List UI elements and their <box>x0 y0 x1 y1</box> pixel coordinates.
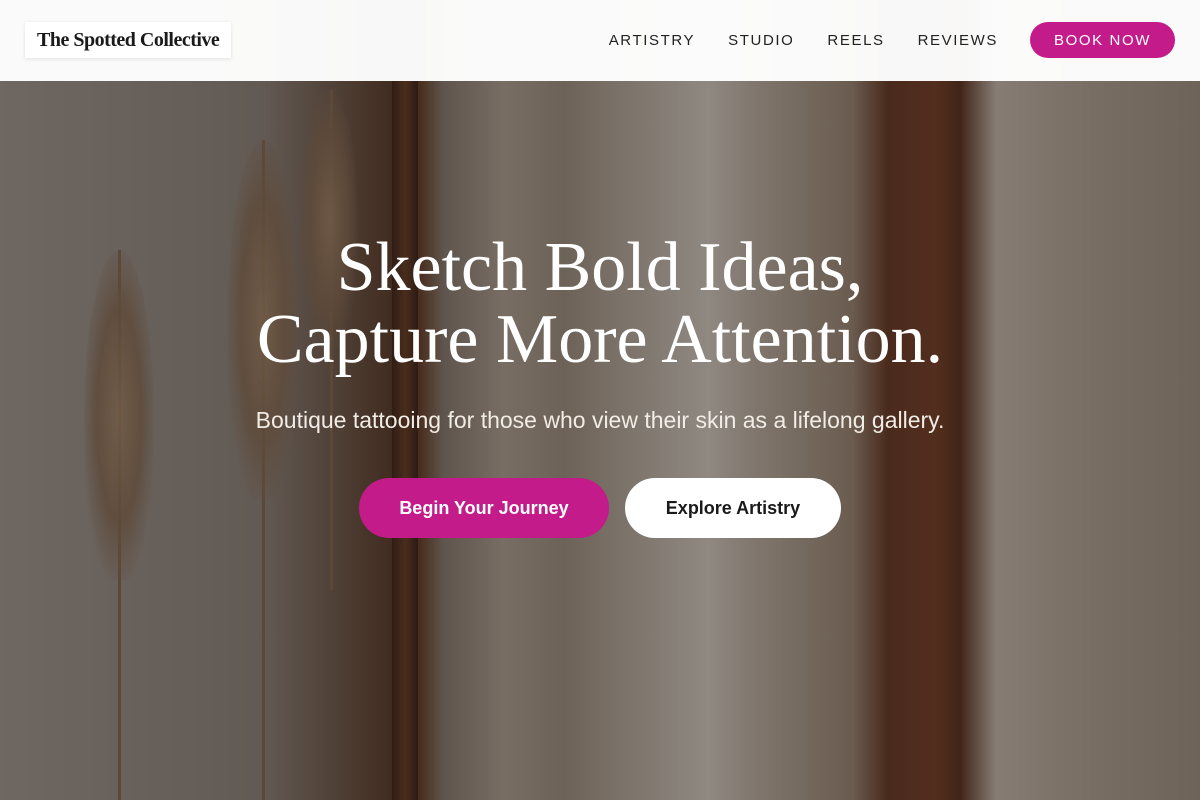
book-now-button[interactable]: BOOK NOW <box>1030 22 1175 58</box>
explore-artistry-button[interactable]: Explore Artistry <box>625 478 841 538</box>
nav-link-reels[interactable]: REELS <box>827 32 884 49</box>
hero-subtitle: Boutique tattooing for those who view th… <box>255 407 945 433</box>
nav-links: ARTISTRY STUDIO REELS REVIEWS BOOK NOW <box>576 22 1175 58</box>
hero-cta-group: Begin Your Journey Explore Artistry <box>0 478 1200 538</box>
hero-title-line-1: Sketch Bold Ideas, <box>336 229 864 306</box>
hero-title-line-2: Capture More Attention. <box>256 301 944 378</box>
navbar: The Spotted Collective ARTISTRY STUDIO R… <box>0 0 1200 81</box>
nav-link-studio[interactable]: STUDIO <box>728 32 794 49</box>
hero-section: Sketch Bold Ideas, Capture More Attentio… <box>0 232 1200 538</box>
nav-link-reviews[interactable]: REVIEWS <box>918 32 998 49</box>
begin-journey-button[interactable]: Begin Your Journey <box>359 478 609 538</box>
brand-logo[interactable]: The Spotted Collective <box>25 22 232 58</box>
hero-title: Sketch Bold Ideas, Capture More Attentio… <box>0 232 1200 376</box>
nav-link-artistry[interactable]: ARTISTRY <box>609 32 695 49</box>
page: The Spotted Collective ARTISTRY STUDIO R… <box>0 0 1200 800</box>
